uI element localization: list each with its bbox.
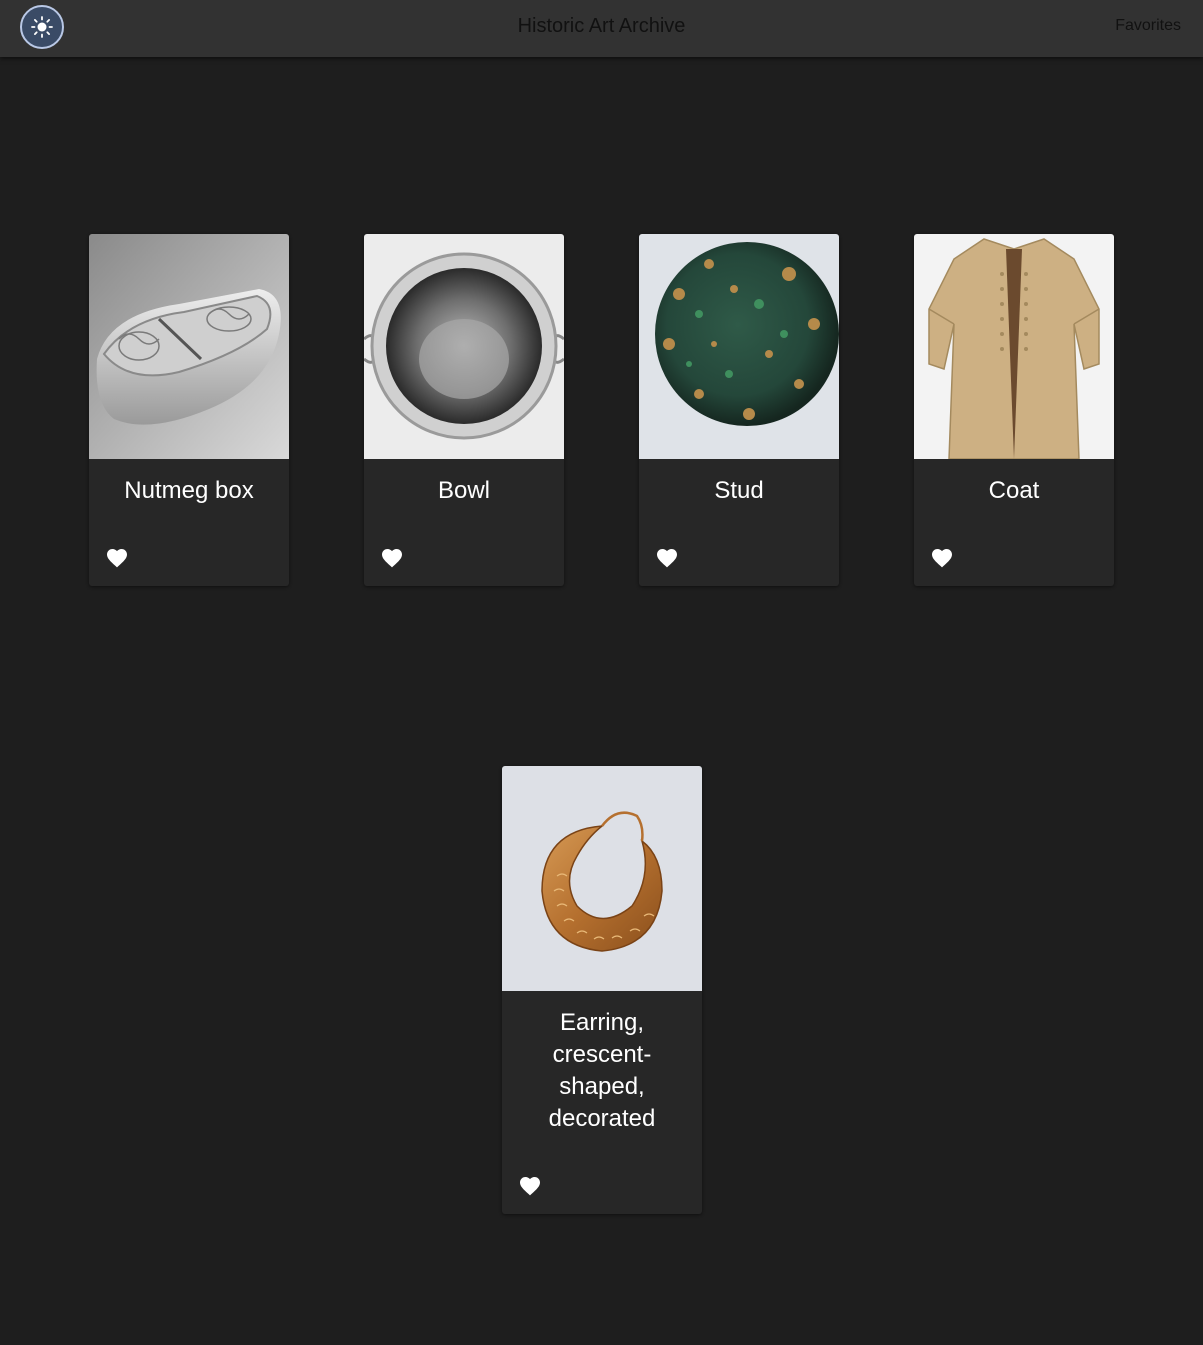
top-app-bar: Historic Art Archive Favorites	[0, 0, 1203, 57]
theme-toggle-button[interactable]	[20, 5, 64, 49]
heart-icon[interactable]	[380, 546, 404, 570]
artwork-card[interactable]: Nutmeg box	[89, 234, 289, 586]
heart-icon[interactable]	[930, 546, 954, 570]
artwork-image-earring	[502, 766, 702, 991]
artwork-title: Stud	[714, 477, 764, 504]
artwork-title: Nutmeg box	[124, 477, 254, 504]
artwork-card[interactable]: Earring, crescent-shaped, decorated	[502, 766, 702, 1214]
artwork-image-stud	[639, 234, 839, 459]
artwork-card[interactable]: Stud	[639, 234, 839, 586]
artwork-title: Earring, crescent-shaped, decorated	[548, 1009, 656, 1132]
artwork-image-nutmeg-box	[89, 234, 289, 459]
artwork-title: Bowl	[437, 477, 491, 504]
heart-icon[interactable]	[655, 546, 679, 570]
artwork-card[interactable]: Coat	[914, 234, 1114, 586]
page-title: Historic Art Archive	[517, 15, 686, 37]
artwork-image-coat	[914, 234, 1114, 459]
artwork-title: Coat	[988, 477, 1040, 504]
heart-icon[interactable]	[518, 1174, 542, 1198]
artwork-card[interactable]: Bowl	[364, 234, 564, 586]
heart-icon[interactable]	[105, 546, 129, 570]
favorites-link[interactable]: Favorites	[1115, 0, 1181, 52]
sun-icon	[31, 16, 53, 38]
artwork-image-bowl	[364, 234, 564, 459]
